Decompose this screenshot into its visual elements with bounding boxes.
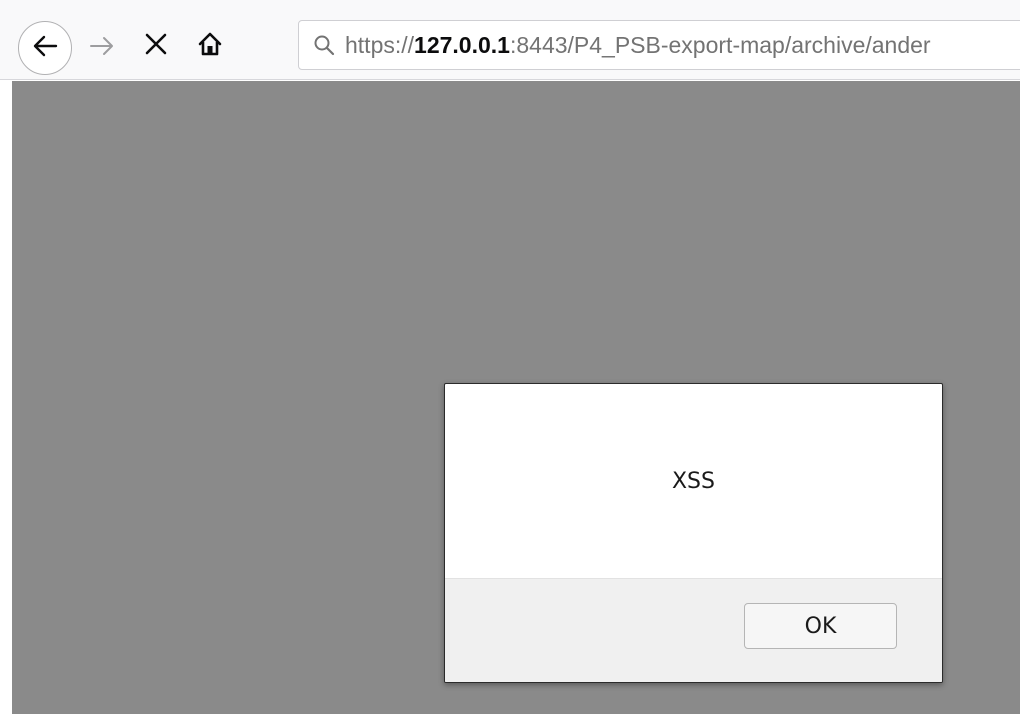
url-path: :8443/P4_PSB-export-map/archive/ander: [509, 31, 931, 58]
url-bar[interactable]: https://127.0.0.1:8443/P4_PSB-export-map…: [298, 20, 1020, 70]
window-left-edge: [0, 0, 12, 714]
url-text: https://127.0.0.1:8443/P4_PSB-export-map…: [345, 32, 931, 59]
arrow-right-icon: [88, 32, 116, 64]
search-icon: [313, 34, 335, 56]
ok-button[interactable]: OK: [744, 603, 897, 649]
forward-button[interactable]: [82, 28, 122, 68]
browser-toolbar: https://127.0.0.1:8443/P4_PSB-export-map…: [0, 0, 1020, 80]
url-host: 127.0.0.1: [414, 31, 510, 58]
alert-dialog: XSS OK: [444, 383, 943, 683]
home-icon: [197, 31, 223, 61]
dialog-message: XSS: [671, 468, 715, 494]
close-icon: [143, 31, 169, 61]
back-button[interactable]: [18, 21, 72, 75]
url-scheme: https://: [345, 31, 415, 58]
stop-button[interactable]: [136, 26, 176, 66]
home-button[interactable]: [190, 26, 230, 66]
dialog-body: XSS: [445, 384, 942, 578]
arrow-left-icon: [30, 31, 60, 65]
dialog-footer: OK: [445, 578, 942, 682]
